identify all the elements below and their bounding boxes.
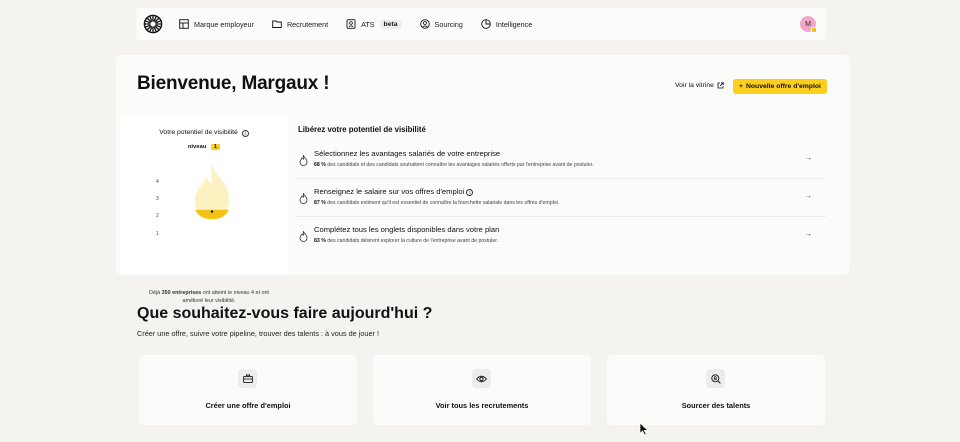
nav-label: Intelligence xyxy=(495,19,533,29)
task-desc: des candidats désirent explorer la cultu… xyxy=(325,238,499,244)
external-link-icon xyxy=(717,82,724,89)
task-description: 87 % des candidats estiment qu'il est es… xyxy=(314,200,559,206)
nav-ats[interactable]: ATS beta xyxy=(346,19,402,29)
tasks-title: Libérez votre potentiel de visibilité xyxy=(298,125,426,134)
level-tick: 1 xyxy=(156,231,159,237)
task-description: 83 % des candidats désirent explorer la … xyxy=(314,238,498,244)
task-title: Sélectionnez les avantages salariés de v… xyxy=(314,149,501,158)
arrow-right-icon: → xyxy=(805,193,812,200)
nav-recrutement[interactable]: Recrutement xyxy=(272,19,328,29)
avatar[interactable]: M xyxy=(800,16,817,33)
task-row-salaire[interactable]: Renseignez le salaire sur vos offres d'e… xyxy=(296,181,826,217)
nav-label: ATS xyxy=(361,19,375,29)
card-label: Créer une offre d'emploi xyxy=(205,401,291,410)
card-label: Sourcer des talents xyxy=(681,401,751,410)
view-recruitments-card[interactable]: Voir tous les recrutements xyxy=(373,355,591,425)
section-subtitle: Créer une offre, suivre votre pipeline, … xyxy=(137,329,380,338)
flame-icon xyxy=(299,231,308,242)
visibility-title-text: Votre potentiel de visibilité xyxy=(159,129,238,136)
level-tick: 3 xyxy=(156,196,159,202)
search-user-icon xyxy=(706,369,725,388)
info-icon[interactable]: i xyxy=(241,130,249,137)
visibility-title: Votre potentiel de visibilité i xyxy=(120,129,288,137)
visibility-panel: Votre potentiel de visibilité i niveau 1… xyxy=(120,117,288,304)
task-title: Complétez tous les onglets disponibles d… xyxy=(314,225,500,234)
user-circle-icon xyxy=(419,19,430,29)
nav-label: Sourcing xyxy=(434,19,463,29)
top-nav: Marque employeur Recrutement ATS beta So… xyxy=(136,8,826,40)
beta-badge: beta xyxy=(379,19,402,29)
task-pct: 83 % xyxy=(314,238,326,244)
nav-marque-employeur[interactable]: Marque employeur xyxy=(179,19,254,29)
view-showcase-label: Voir la vitrine xyxy=(675,82,714,89)
task-title: Renseignez le salaire sur vos offres d'e… xyxy=(314,187,474,196)
new-job-offer-label: Nouvelle offre d'emploi xyxy=(745,83,821,90)
level-tick: 2 xyxy=(156,213,159,219)
mouse-cursor-icon xyxy=(639,422,649,436)
task-pct: 87 % xyxy=(314,200,326,206)
level-tick: 4 xyxy=(156,179,159,185)
briefcase-icon xyxy=(238,369,257,388)
task-row-avantages[interactable]: Sélectionnez les avantages salariés de v… xyxy=(296,143,826,179)
avatar-initial: M xyxy=(805,20,811,28)
task-title-text: Renseignez le salaire sur vos offres d'e… xyxy=(314,187,465,196)
source-talents-card[interactable]: Sourcer des talents xyxy=(607,355,825,425)
card-label: Voir tous les recrutements xyxy=(435,401,529,410)
task-desc: des candidats et des candidats souhaiten… xyxy=(325,162,594,168)
new-job-offer-button[interactable]: + Nouvelle offre d'emploi xyxy=(733,79,827,94)
task-description: 68 % des candidats et des candidats souh… xyxy=(314,162,593,168)
create-offer-card[interactable]: Créer une offre d'emploi xyxy=(139,355,357,425)
welcome-card: Bienvenue, Margaux ! Voir la vitrine + N… xyxy=(116,55,850,304)
plus-icon: + xyxy=(739,83,743,90)
pie-chart-icon xyxy=(481,19,491,29)
page-title: Bienvenue, Margaux ! xyxy=(137,73,330,94)
eye-icon xyxy=(472,369,491,388)
flame-icon xyxy=(299,155,308,166)
ats-icon xyxy=(346,19,356,29)
nav-label: Marque employeur xyxy=(194,19,254,29)
flame-icon xyxy=(299,193,308,204)
layout-icon xyxy=(179,19,189,29)
avatar-badge xyxy=(811,27,817,33)
task-row-onglets[interactable]: Complétez tous les onglets disponibles d… xyxy=(296,219,826,255)
section-title: Que souhaitez-vous faire aujourd'hui ? xyxy=(137,305,433,322)
footer-bold: 350 entreprises xyxy=(161,290,202,296)
task-desc: des candidats estiment qu'il est essenti… xyxy=(325,200,560,206)
visibility-footer: Déjà 350 entreprises ont atteint le nive… xyxy=(142,290,276,306)
level-indicator: niveau 1 xyxy=(120,144,288,150)
arrow-right-icon: → xyxy=(805,231,812,238)
nav-intelligence[interactable]: Intelligence xyxy=(481,19,532,29)
level-label: niveau xyxy=(187,144,207,150)
flame-gauge xyxy=(194,164,230,220)
folder-icon xyxy=(272,19,282,29)
task-pct: 68 % xyxy=(314,162,326,168)
nav-sourcing[interactable]: Sourcing xyxy=(419,19,463,29)
nav-label: Recrutement xyxy=(286,19,329,29)
view-showcase-link[interactable]: Voir la vitrine xyxy=(675,82,724,89)
logo-icon[interactable] xyxy=(143,14,163,34)
arrow-right-icon: → xyxy=(805,155,812,162)
info-icon[interactable]: i xyxy=(466,189,474,196)
footer-prefix: Déjà xyxy=(149,290,162,296)
level-badge: 1 xyxy=(210,144,221,150)
